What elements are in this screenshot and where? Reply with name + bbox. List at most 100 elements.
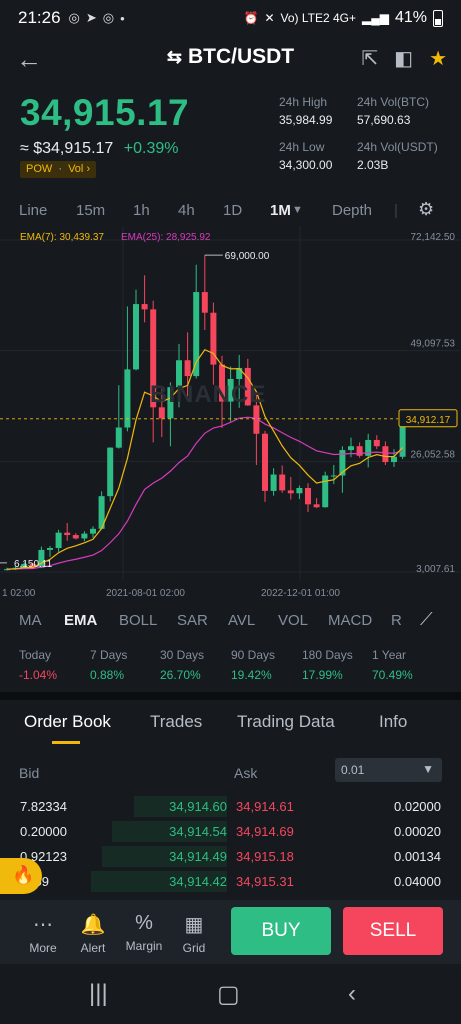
perf-value: -1.04% [19,668,58,682]
tab-1d[interactable]: 1D [223,202,242,219]
candle-body [141,304,148,310]
fire-fab[interactable]: 🔥 [0,858,42,894]
bid-qty: 0.20000 [20,824,67,839]
precision-select[interactable]: 0.01 ▼ [335,758,442,782]
caret-down-icon[interactable]: ▼ [292,204,303,216]
last-price: 34,915.17 [20,92,190,133]
orderbook-row[interactable]: 0.20000 34,914.54 34,914.69 0.00020 [0,819,461,844]
dot-icon: • [120,10,125,26]
ema7-label: EMA(7): 30,439.37 [20,232,104,243]
orderbook-row[interactable]: 7.82334 34,914.60 34,914.61 0.02000 [0,794,461,819]
candle-body [236,367,243,379]
candle-body [64,532,71,536]
candle-body [270,474,277,491]
ema25-label: EMA(25): 28,925.92 [121,232,211,243]
perf-today: Today -1.04% [19,648,57,682]
orderbook-row[interactable]: 985934,914.4234,915.310.04000 [0,869,461,894]
candle-body [348,446,354,451]
favorite-star-icon[interactable]: ★ [429,46,447,71]
sell-button[interactable]: SELL [343,907,443,955]
candle-body [55,532,62,549]
tag-badge[interactable]: POW · Vol › [20,161,97,178]
candle-body [115,427,122,448]
stat-vol-btc: 24h Vol(BTC) 57,690.63 [357,95,429,127]
ask-price: 34,915.18 [236,849,294,864]
margin-button[interactable]: % Margin [119,912,169,953]
tab-1h[interactable]: 1h [133,202,150,219]
price-fiat: ≈ $34,915.17 +0.39% [20,140,178,158]
tab-15m[interactable]: 15m [76,202,105,219]
tab-1m[interactable]: 1M [270,202,291,219]
candle-body [330,475,337,477]
stat-vol-usdt-value: 2.03B [357,158,389,172]
indicator-macd[interactable]: MACD [328,612,372,629]
perf-value: 0.88% [90,668,125,682]
nav-back-icon[interactable]: ‹ [348,980,356,1008]
tab-info[interactable]: Info [379,712,407,732]
indicator-tabs: MA EMA BOLL SAR AVL VOL MACD R ⟋ [0,606,461,636]
candle-body [133,304,139,370]
perf-180d: 180 Days 17.99% [302,648,353,682]
bell-icon: 🔔 [80,914,106,936]
more-label: More [29,941,57,955]
tab-4h[interactable]: 4h [178,202,195,219]
candle-body [90,528,96,534]
perf-90d: 90 Days 19.42% [231,648,275,682]
y-tick-label: 49,097.53 [411,339,456,350]
ask-price: 34,914.69 [236,824,294,839]
recent-apps-icon[interactable]: ||| [89,980,108,1008]
indicator-r[interactable]: R [391,612,402,629]
more-button[interactable]: ⋯ More [18,912,68,955]
stat-low-label: 24h Low [279,140,325,154]
tag-pow: POW [26,163,53,175]
binance-watermark: BINANCE [150,381,267,408]
indicator-sar[interactable]: SAR [177,612,208,629]
min-price-label: 6,150.11 [14,559,53,570]
tab-line[interactable]: Line [19,202,47,219]
indicator-avl[interactable]: AVL [228,612,255,629]
indicator-ma[interactable]: MA [19,612,42,629]
drawing-tool-icon[interactable]: ⟋ [420,609,433,630]
tab-trading-data[interactable]: Trading Data [237,712,335,732]
caret-down-icon: ▼ [422,762,434,776]
y-tick-label: 72,142.50 [411,232,456,243]
x-axis-label: 2022-12-01 01:00 [261,588,340,599]
compare-icon[interactable]: ◧ [394,46,413,71]
indicator-ema[interactable]: EMA [64,612,97,629]
ask-label: Ask [234,765,258,781]
stat-high: 24h High 35,984.99 [279,95,332,127]
candle-body [305,487,311,505]
candle-body [373,439,380,447]
ask-price: 34,915.31 [236,874,294,889]
grid-button[interactable]: ▦ Grid [169,912,219,955]
tab-depth[interactable]: Depth [332,202,372,219]
signal-icon: ▂▄▆ [362,11,389,25]
perf-label: 180 Days [302,648,353,662]
instagram-icon-2: ◎ [102,10,115,25]
tab-order-book[interactable]: Order Book [24,712,111,732]
tab-trades[interactable]: Trades [150,712,202,732]
chevron-right-icon: › [86,163,91,175]
battery-percent: 41% [394,9,427,26]
candle-body [382,446,389,463]
alert-button[interactable]: 🔔 Alert [68,912,118,955]
indicator-vol[interactable]: VOL [278,612,308,629]
chart-settings-icon[interactable]: ⚙ [418,199,434,220]
candle-body [262,433,268,491]
active-tab-underline [52,741,80,744]
indicator-boll[interactable]: BOLL [119,612,157,629]
orderbook-row[interactable]: 0.92123 34,914.49 34,915.18 0.00134 [0,844,461,869]
approx-price: ≈ $34,915.17 [20,140,114,157]
home-icon[interactable]: ▢ [217,980,240,1009]
buy-button[interactable]: BUY [231,907,331,955]
candle-body [279,474,286,491]
price-chart[interactable]: BINANCE 72,142.50 49,097.53 26,052.58 3,007… [0,226,461,600]
candle-body [201,292,208,313]
share-icon[interactable]: ⇱ [361,46,378,71]
status-time: 21:26 [18,8,61,27]
bid-price: 34,914.42 [169,874,227,889]
interval-tabs: Line 15m 1h 4h 1D 1M ▼ Depth | ⚙ [0,196,461,226]
x-axis-label: 1 02:00 [2,588,36,599]
y-tick-label: 3,007.61 [416,564,455,575]
stat-high-label: 24h High [279,95,328,109]
